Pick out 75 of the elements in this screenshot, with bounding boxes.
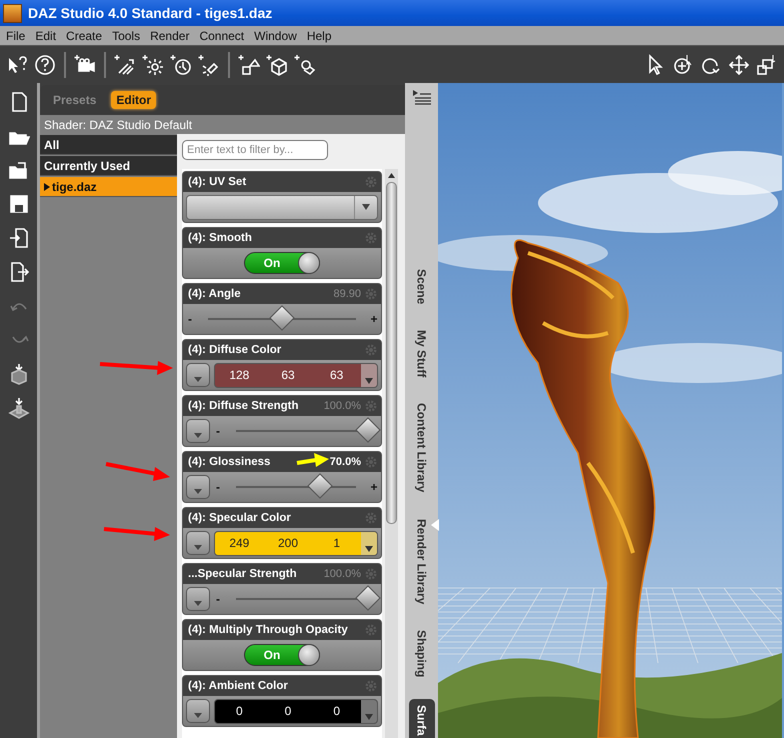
shader-label: Shader: DAZ Studio Default bbox=[40, 115, 405, 134]
property-label: (4): Diffuse Color bbox=[188, 344, 282, 356]
cube-icon[interactable] bbox=[266, 54, 288, 76]
property-value: 100.0% bbox=[324, 568, 361, 580]
property-value: 100.0% bbox=[324, 400, 361, 412]
property-label: ...Specular Strength bbox=[188, 568, 297, 580]
move-icon[interactable] bbox=[728, 54, 750, 76]
property-label: (4): Multiply Through Opacity bbox=[188, 624, 348, 636]
map-menu-button[interactable] bbox=[186, 363, 210, 387]
scroll-up-arrow-icon[interactable] bbox=[388, 173, 395, 178]
window-title: DAZ Studio 4.0 Standard - tiges1.daz bbox=[28, 5, 272, 21]
panel-menu-icon[interactable] bbox=[412, 89, 432, 105]
map-menu-button[interactable] bbox=[186, 419, 210, 443]
decrement-button[interactable]: - bbox=[214, 424, 222, 438]
annotation-arrow bbox=[104, 527, 170, 541]
side-tab[interactable]: Shaping bbox=[414, 626, 428, 682]
shapes-icon[interactable] bbox=[238, 54, 260, 76]
slider-thumb[interactable] bbox=[355, 585, 381, 611]
side-tab[interactable]: Scene bbox=[414, 264, 428, 308]
property-label: (4): Angle bbox=[188, 288, 241, 300]
increment-button[interactable]: + bbox=[370, 312, 378, 326]
side-tab[interactable]: Content Library bbox=[414, 399, 428, 497]
menu-item[interactable]: Help bbox=[302, 28, 338, 42]
decrement-button[interactable]: - bbox=[214, 592, 222, 606]
decrement-button[interactable]: - bbox=[214, 480, 222, 494]
panel-tab[interactable]: Editor bbox=[111, 91, 156, 109]
annotation-arrow bbox=[296, 453, 329, 467]
property-label: (4): Ambient Color bbox=[188, 680, 288, 692]
side-tab[interactable]: Render Library bbox=[414, 514, 428, 608]
save-icon[interactable] bbox=[8, 193, 30, 215]
scrollbar[interactable] bbox=[385, 169, 398, 738]
surface-group-item[interactable]: Currently Used bbox=[40, 156, 177, 176]
color-field[interactable]: 128 63 63 bbox=[214, 362, 378, 388]
color-field[interactable]: 0 0 0 bbox=[214, 698, 378, 724]
map-menu-button[interactable] bbox=[186, 587, 210, 611]
menu-item[interactable]: Tools bbox=[108, 28, 146, 42]
help-icon[interactable] bbox=[34, 54, 56, 76]
property-value: 70.0% bbox=[330, 456, 361, 468]
map-menu-button[interactable] bbox=[186, 475, 210, 499]
distant-light-icon[interactable] bbox=[114, 54, 136, 76]
map-menu-button[interactable] bbox=[186, 531, 210, 555]
merge-folder-icon[interactable] bbox=[8, 159, 30, 181]
map-menu-button[interactable] bbox=[186, 699, 210, 723]
property-label: (4): Diffuse Strength bbox=[188, 400, 299, 412]
surface-group-item[interactable]: All bbox=[40, 135, 177, 155]
menu-item[interactable]: Render bbox=[146, 28, 196, 42]
menu-item[interactable]: Connect bbox=[195, 28, 250, 42]
property-label: (4): UV Set bbox=[188, 176, 246, 188]
menu-item[interactable]: Edit bbox=[31, 28, 62, 42]
side-tab[interactable]: My Stuff bbox=[414, 326, 428, 382]
expand-arrow-icon[interactable] bbox=[44, 182, 50, 190]
whats-this-icon[interactable] bbox=[6, 54, 28, 76]
filter-field[interactable]: Enter text to filter by... bbox=[182, 140, 328, 160]
orbit-icon[interactable] bbox=[672, 54, 694, 76]
side-tab[interactable]: Surfa bbox=[408, 699, 434, 738]
app-icon bbox=[3, 4, 22, 22]
menu-item[interactable]: File bbox=[2, 28, 32, 42]
increment-button[interactable]: + bbox=[370, 480, 378, 494]
load-prop-icon[interactable] bbox=[8, 397, 30, 419]
color-field[interactable]: 249 200 1 bbox=[214, 530, 378, 556]
property-label: (4): Glossiness bbox=[188, 456, 270, 468]
uv-set-dropdown[interactable] bbox=[186, 194, 378, 220]
point-light-icon[interactable] bbox=[142, 54, 164, 76]
surface-group-item[interactable]: tige.daz bbox=[40, 177, 177, 197]
slider-thumb[interactable] bbox=[355, 417, 381, 443]
menu-item[interactable]: Window bbox=[250, 28, 303, 42]
decrement-button[interactable]: - bbox=[186, 312, 194, 326]
property-label: (4): Smooth bbox=[188, 232, 252, 244]
import-icon[interactable] bbox=[8, 227, 30, 249]
property-value: 89.90 bbox=[333, 288, 361, 300]
menu-item[interactable]: Create bbox=[62, 28, 108, 42]
property-label: (4): Specular Color bbox=[188, 512, 291, 524]
annotation-arrow bbox=[106, 462, 170, 481]
scale-icon[interactable] bbox=[756, 54, 778, 76]
flashlight-icon[interactable] bbox=[198, 54, 220, 76]
